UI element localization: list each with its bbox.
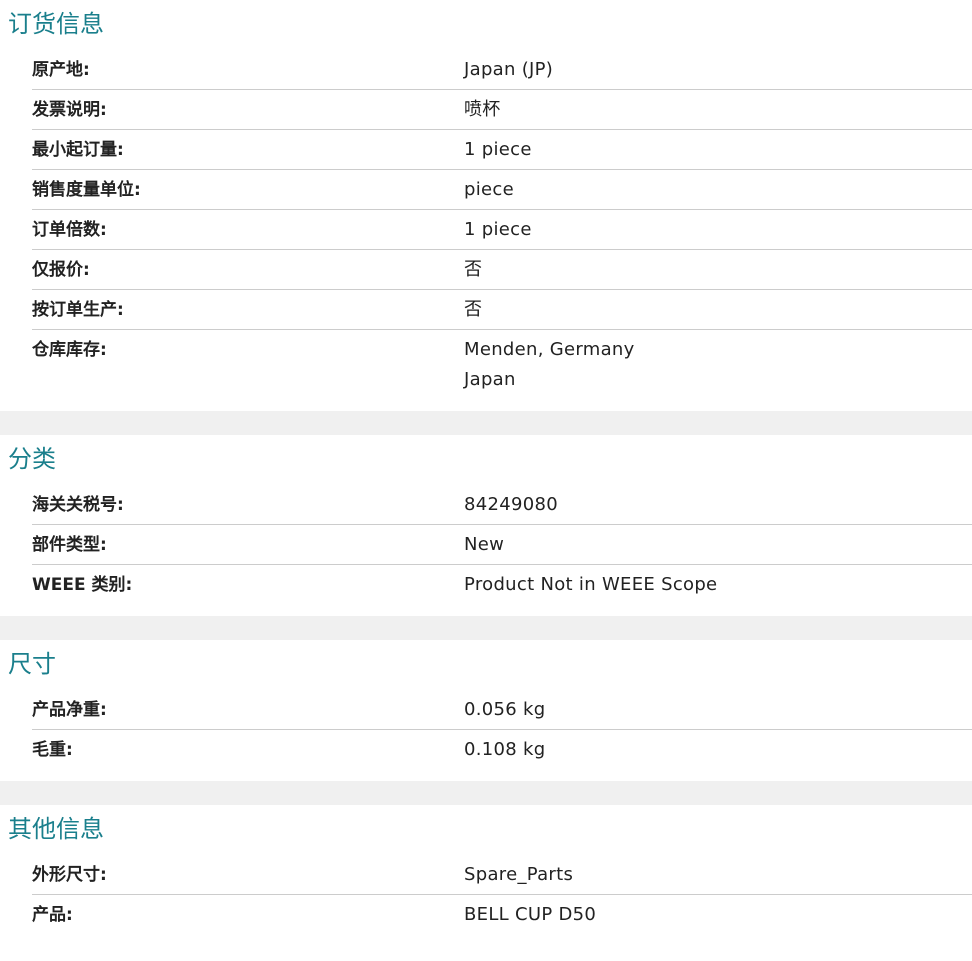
value-line: Japan (JP) [464, 59, 554, 80]
row-value: 1 piece [464, 215, 972, 245]
value-line: 1 piece [464, 219, 532, 240]
detail-row: 原产地: Japan (JP) [32, 50, 972, 89]
value-line: 喷杯 [464, 99, 501, 120]
section-ordering-info: 订货信息 原产地: Japan (JP) 发票说明: 喷杯 最小起订量: 1 p… [0, 0, 972, 411]
row-value: Spare_Parts [464, 860, 972, 890]
row-value: piece [464, 175, 972, 205]
section-title: 订货信息 [8, 10, 104, 38]
detail-row: WEEE 类别: Product Not in WEEE Scope [32, 564, 972, 604]
value-line: New [464, 534, 505, 555]
detail-row: 毛重: 0.108 kg [32, 729, 972, 769]
row-value: 否 [464, 255, 972, 285]
row-value: BELL CUP D50 [464, 900, 972, 930]
row-label: 订单倍数: [32, 220, 107, 240]
section-other-info: 其他信息 外形尺寸: Spare_Parts 产品: BELL CUP D50 [0, 805, 972, 934]
row-label: 产品: [32, 905, 73, 925]
value-line: Menden, Germany [464, 339, 635, 360]
row-value: New [464, 530, 972, 560]
section-title: 分类 [8, 445, 56, 473]
detail-row: 外形尺寸: Spare_Parts [32, 855, 972, 894]
row-label: 发票说明: [32, 100, 107, 120]
row-value: Product Not in WEEE Scope [464, 570, 972, 600]
product-details-page: 订货信息 原产地: Japan (JP) 发票说明: 喷杯 最小起订量: 1 p… [0, 0, 972, 934]
section-divider [0, 411, 972, 435]
value-line: Japan [464, 369, 516, 390]
row-label: 原产地: [32, 60, 90, 80]
detail-row: 产品: BELL CUP D50 [32, 894, 972, 934]
detail-row: 产品净重: 0.056 kg [32, 690, 972, 729]
row-label: 按订单生产: [32, 300, 124, 320]
row-value: 0.108 kg [464, 735, 972, 765]
row-label: 部件类型: [32, 535, 107, 555]
section-classification: 分类 海关关税号: 84249080 部件类型: New WEEE 类别: Pr… [0, 435, 972, 616]
value-line: Spare_Parts [464, 864, 574, 885]
row-value: 0.056 kg [464, 695, 972, 725]
value-line: 否 [464, 259, 483, 280]
value-line: BELL CUP D50 [464, 904, 597, 925]
row-label: 仅报价: [32, 260, 90, 280]
row-label: 海关关税号: [32, 495, 124, 515]
row-value: Menden, Germany Japan [464, 335, 972, 395]
value-line: 1 piece [464, 139, 532, 160]
row-value: 84249080 [464, 490, 972, 520]
row-label: 外形尺寸: [32, 865, 107, 885]
detail-row: 最小起订量: 1 piece [32, 129, 972, 169]
value-line: 84249080 [464, 494, 559, 515]
section-title: 其他信息 [8, 815, 104, 843]
value-line: 否 [464, 299, 483, 320]
row-label: 仓库库存: [32, 340, 107, 360]
row-label: WEEE 类别: [32, 575, 133, 595]
detail-row: 仓库库存: Menden, Germany Japan [32, 329, 972, 399]
section-title: 尺寸 [8, 650, 56, 678]
section-divider [0, 616, 972, 640]
detail-row: 海关关税号: 84249080 [32, 485, 972, 524]
row-value: Japan (JP) [464, 55, 972, 85]
value-line: piece [464, 179, 514, 200]
value-line: 0.108 kg [464, 739, 546, 760]
detail-list: 海关关税号: 84249080 部件类型: New WEEE 类别: Produ… [0, 485, 972, 604]
row-label: 产品净重: [32, 700, 107, 720]
row-label: 毛重: [32, 740, 73, 760]
row-value: 喷杯 [464, 95, 972, 125]
row-label: 最小起订量: [32, 140, 124, 160]
section-divider [0, 781, 972, 805]
row-label: 销售度量单位: [32, 180, 141, 200]
detail-list: 外形尺寸: Spare_Parts 产品: BELL CUP D50 [0, 855, 972, 934]
detail-list: 产品净重: 0.056 kg 毛重: 0.108 kg [0, 690, 972, 769]
row-value: 1 piece [464, 135, 972, 165]
detail-row: 按订单生产: 否 [32, 289, 972, 329]
detail-row: 销售度量单位: piece [32, 169, 972, 209]
detail-list: 原产地: Japan (JP) 发票说明: 喷杯 最小起订量: 1 piece … [0, 50, 972, 399]
value-line: 0.056 kg [464, 699, 546, 720]
detail-row: 部件类型: New [32, 524, 972, 564]
detail-row: 发票说明: 喷杯 [32, 89, 972, 129]
row-value: 否 [464, 295, 972, 325]
value-line: Product Not in WEEE Scope [464, 574, 718, 595]
section-dimensions: 尺寸 产品净重: 0.056 kg 毛重: 0.108 kg [0, 640, 972, 781]
detail-row: 订单倍数: 1 piece [32, 209, 972, 249]
detail-row: 仅报价: 否 [32, 249, 972, 289]
